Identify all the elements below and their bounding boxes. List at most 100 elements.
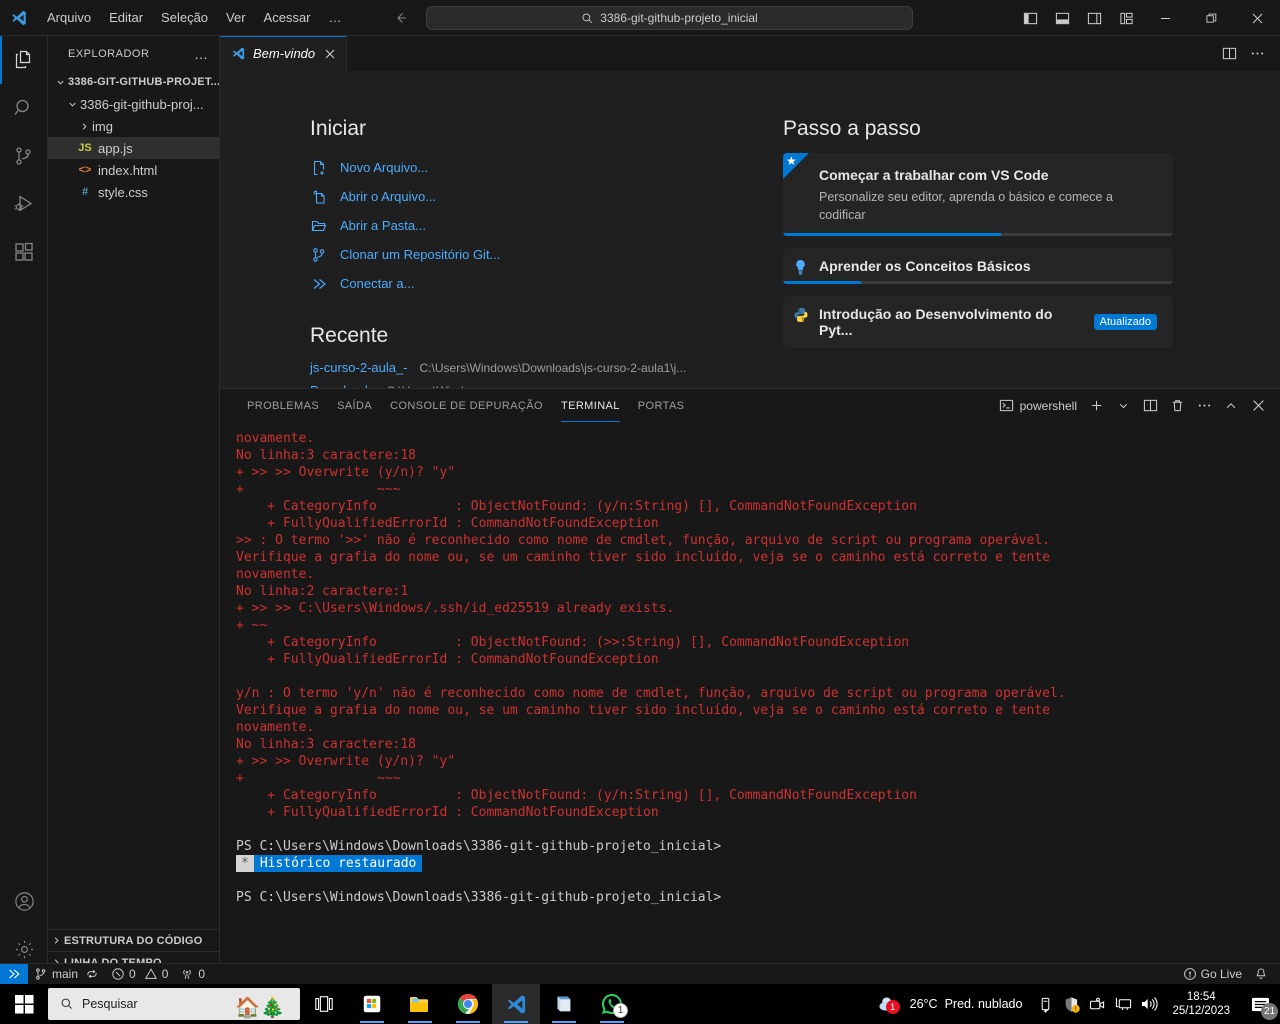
tab-portas[interactable]: PORTAS <box>629 389 694 422</box>
tab-saida[interactable]: SAÍDA <box>328 389 381 422</box>
activity-item-source-control[interactable] <box>0 132 48 180</box>
terminal-line: + FullyQualifiedErrorId : CommandNotFoun… <box>236 652 659 667</box>
status-error-count: 0 <box>129 967 136 981</box>
arrow-left-icon[interactable] <box>393 10 409 26</box>
tree-item-folder-project[interactable]: 3386-git-github-proj... <box>48 93 219 115</box>
tab-terminal[interactable]: TERMINAL <box>552 389 629 422</box>
tray-weather[interactable]: 1 26°C Pred. nublado <box>868 994 1033 1014</box>
customize-layout-icon[interactable] <box>1110 0 1142 36</box>
chevron-right-icon <box>76 121 92 132</box>
windows-start-icon[interactable] <box>0 984 48 1024</box>
volume-icon[interactable] <box>1136 984 1162 1024</box>
tab-console-depuracao[interactable]: CONSOLE DE DEPURAÇÃO <box>381 389 552 422</box>
task-view-icon[interactable] <box>300 984 348 1024</box>
terminal-line: + CategoryInfo : ObjectNotFound: (y/n:St… <box>236 499 917 514</box>
start-item-label: Abrir o Arquivo... <box>340 189 437 204</box>
start-item-label: Conectar a... <box>340 276 415 291</box>
tree-item-file-app-js[interactable]: JS app.js <box>48 137 219 159</box>
taskbar-app-whatsapp[interactable]: 1 <box>588 984 636 1024</box>
terminal-output[interactable]: novamente. No linha:3 caractere:18 + >> >>… <box>220 422 1280 974</box>
activity-item-accounts[interactable] <box>0 877 48 925</box>
terminal-shell-selector[interactable]: powershell <box>999 398 1077 413</box>
split-editor-icon[interactable] <box>1216 41 1242 67</box>
minimize-button[interactable] <box>1142 0 1188 36</box>
search-icon <box>60 997 74 1011</box>
tree-item-file-style-css[interactable]: # style.css <box>48 181 219 203</box>
taskbar-app-google-chrome[interactable] <box>444 984 492 1024</box>
chevron-down-icon[interactable] <box>1111 394 1135 418</box>
recent-item[interactable]: js-curso-2-aula_- C:\Users\Windows\Downl… <box>310 360 740 383</box>
css-file-icon: # <box>81 186 89 198</box>
toggle-primary-sidebar-icon[interactable] <box>1014 0 1046 36</box>
status-go-live[interactable]: Go Live <box>1177 964 1248 985</box>
more-actions-icon[interactable] <box>1244 41 1270 67</box>
terminal-line: + FullyQualifiedErrorId : CommandNotFoun… <box>236 805 659 820</box>
getting-started-heading: Passo a passo <box>783 117 921 140</box>
menu-selecao[interactable]: Seleção <box>152 5 217 31</box>
command-center-search[interactable]: 3386-git-github-projeto_inicial <box>426 6 913 30</box>
getting-started-card-basics[interactable]: Aprender os Conceitos Básicos <box>783 248 1173 285</box>
activity-item-search[interactable] <box>0 84 48 132</box>
new-terminal-icon[interactable] <box>1084 394 1108 418</box>
status-notifications[interactable] <box>1248 964 1280 985</box>
toggle-secondary-sidebar-icon[interactable] <box>1078 0 1110 36</box>
more-actions-icon[interactable] <box>1192 394 1216 418</box>
tray-date: 25/12/2023 <box>1172 1005 1230 1017</box>
tree-item-workspace-root[interactable]: 3386-GIT-GITHUB-PROJET... <box>48 71 219 93</box>
sync-icon <box>85 967 99 981</box>
menu-arquivo[interactable]: Arquivo <box>38 5 100 31</box>
recent-heading: Recente <box>310 324 389 347</box>
source-control-icon <box>34 967 48 981</box>
status-problems[interactable]: 0 0 <box>105 964 174 985</box>
usb-icon[interactable] <box>1032 984 1058 1024</box>
kill-terminal-icon[interactable] <box>1165 394 1189 418</box>
christmas-decoration-image: 🏠🎄 <box>235 997 285 1019</box>
terminal-line: novamente. <box>236 720 315 735</box>
taskbar-search-input[interactable]: Pesquisar 🏠🎄 <box>48 988 300 1020</box>
status-ports[interactable]: 0 <box>174 964 211 985</box>
close-button[interactable] <box>1234 0 1280 36</box>
menu-acessar[interactable]: Acessar <box>255 5 320 31</box>
tree-item-file-index-html[interactable]: <> index.html <box>48 159 219 181</box>
toggle-panel-icon[interactable] <box>1046 0 1078 36</box>
windows-defender-icon[interactable] <box>1058 984 1084 1024</box>
sidebar-more-actions-icon[interactable]: … <box>190 46 213 62</box>
start-open-file[interactable]: Abrir o Arquivo... <box>310 182 740 211</box>
menu-editar[interactable]: Editar <box>100 5 152 31</box>
getting-started-card-vscode[interactable]: ★ Começar a trabalhar com VS Code Person… <box>783 153 1173 237</box>
taskbar-app-book[interactable] <box>540 984 588 1024</box>
editor-tab-bem-vindo[interactable]: Bem-vindo <box>220 36 348 71</box>
start-clone-git-repository[interactable]: Clonar um Repositório Git... <box>310 240 740 269</box>
split-terminal-icon[interactable] <box>1138 394 1162 418</box>
activity-item-explorer[interactable] <box>0 36 48 84</box>
close-icon[interactable] <box>324 48 336 60</box>
tab-problemas[interactable]: PROBLEMAS <box>238 389 328 422</box>
status-branch[interactable]: main <box>28 964 105 985</box>
taskbar-app-file-explorer[interactable] <box>396 984 444 1024</box>
tree-item-folder-img[interactable]: img <box>48 115 219 137</box>
taskbar-app-microsoft-store[interactable] <box>348 984 396 1024</box>
display-icon[interactable] <box>1110 984 1136 1024</box>
activity-item-run-and-debug[interactable] <box>0 180 48 228</box>
start-open-folder[interactable]: Abrir a Pasta... <box>310 211 740 240</box>
close-panel-icon[interactable] <box>1246 394 1270 418</box>
sidebar-section-outline[interactable]: ESTRUTURA DO CÓDIGO <box>48 929 220 951</box>
maximize-panel-icon[interactable] <box>1219 394 1243 418</box>
menu-ver[interactable]: Ver <box>217 5 255 31</box>
start-new-file[interactable]: Novo Arquivo... <box>310 153 740 182</box>
notification-center-icon[interactable]: 21 <box>1240 984 1280 1024</box>
lightbulb-icon <box>793 259 808 276</box>
chevron-down-icon <box>64 99 80 110</box>
tray-clock[interactable]: 18:54 25/12/2023 <box>1162 990 1240 1018</box>
taskbar-app-visual-studio-code[interactable] <box>492 984 540 1024</box>
restore-button[interactable] <box>1188 0 1234 36</box>
status-remote-indicator[interactable] <box>0 963 28 985</box>
tree-item-label: index.html <box>98 162 158 178</box>
getting-started-card-python[interactable]: Introdução ao Desenvolvimento do Pyt... … <box>783 296 1173 349</box>
start-item-label: Abrir a Pasta... <box>340 218 426 233</box>
activity-item-extensions[interactable] <box>0 228 48 276</box>
start-connect-to[interactable]: Conectar a... <box>310 269 740 298</box>
terminal-line: + CategoryInfo : ObjectNotFound: (>>:Str… <box>236 635 910 650</box>
camera-icon[interactable] <box>1084 984 1110 1024</box>
menu-more[interactable]: … <box>320 5 351 31</box>
